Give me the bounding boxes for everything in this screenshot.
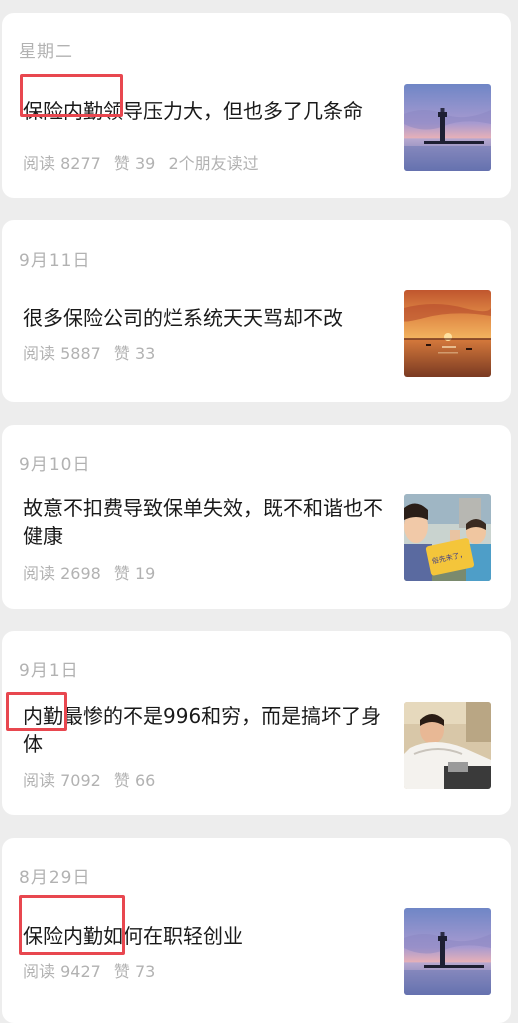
lighthouse-dusk-image-graphic — [404, 908, 491, 995]
article-date: 9月1日 — [19, 661, 79, 681]
read-count: 阅读 8277 — [23, 154, 101, 173]
article-card[interactable]: 星期二 保险内勤领导压力大，但也多了几条命 阅读 8277 赞 39 2个朋友读… — [2, 13, 511, 198]
people-with-sign-image-graphic: 俗先未了， — [404, 494, 491, 581]
article-card[interactable]: 9月11日 很多保险公司的烂系统天天骂却不改 阅读 5887 赞 33 — [2, 220, 511, 402]
sunset-sea-image[interactable] — [404, 290, 491, 377]
article-title[interactable]: 很多保险公司的烂系统天天骂却不改 — [23, 304, 393, 332]
friends-read: 2个朋友读过 — [168, 154, 259, 173]
article-card[interactable]: 8月29日 保险内勤如何在职轻创业 阅读 9427 赞 73 — [2, 838, 511, 1023]
article-title[interactable]: 保险内勤如何在职轻创业 — [23, 922, 393, 950]
read-count: 阅读 2698 — [23, 564, 101, 583]
like-count: 赞 33 — [113, 344, 156, 363]
people-with-sign-image[interactable]: 俗先未了， — [404, 494, 491, 581]
article-meta: 阅读 7092 赞 66 — [23, 767, 163, 791]
article-date: 9月11日 — [19, 251, 91, 271]
article-meta: 阅读 8277 赞 39 2个朋友读过 — [23, 150, 267, 174]
person-in-hospital-image-graphic — [404, 702, 491, 789]
like-count: 赞 39 — [113, 154, 156, 173]
lighthouse-dusk-image[interactable] — [404, 84, 491, 171]
like-count: 赞 19 — [113, 564, 156, 583]
article-date: 星期二 — [19, 42, 73, 62]
article-date: 9月10日 — [19, 455, 91, 475]
article-meta: 阅读 5887 赞 33 — [23, 340, 163, 364]
article-meta: 阅读 9427 赞 73 — [23, 958, 163, 982]
article-title[interactable]: 故意不扣费导致保单失效，既不和谐也不健康 — [23, 494, 393, 550]
sunset-sea-image-graphic — [404, 290, 491, 377]
article-card[interactable]: 9月10日 故意不扣费导致保单失效，既不和谐也不健康 阅读 2698 赞 19 — [2, 425, 511, 609]
person-in-hospital-image[interactable] — [404, 702, 491, 789]
like-count: 赞 66 — [113, 771, 156, 790]
article-feed: 星期二 保险内勤领导压力大，但也多了几条命 阅读 8277 赞 39 2个朋友读… — [0, 0, 518, 1023]
article-title[interactable]: 保险内勤领导压力大，但也多了几条命 — [23, 97, 393, 125]
article-date: 8月29日 — [19, 868, 91, 888]
read-count: 阅读 9427 — [23, 962, 101, 981]
article-meta: 阅读 2698 赞 19 — [23, 560, 163, 584]
read-count: 阅读 5887 — [23, 344, 101, 363]
article-title[interactable]: 内勤最惨的不是996和穷，而是搞坏了身体 — [23, 702, 393, 758]
lighthouse-dusk-image-graphic — [404, 84, 491, 171]
read-count: 阅读 7092 — [23, 771, 101, 790]
article-card[interactable]: 9月1日 内勤最惨的不是996和穷，而是搞坏了身体 阅读 7092 赞 66 — [2, 631, 511, 815]
like-count: 赞 73 — [113, 962, 156, 981]
lighthouse-dusk-image[interactable] — [404, 908, 491, 995]
